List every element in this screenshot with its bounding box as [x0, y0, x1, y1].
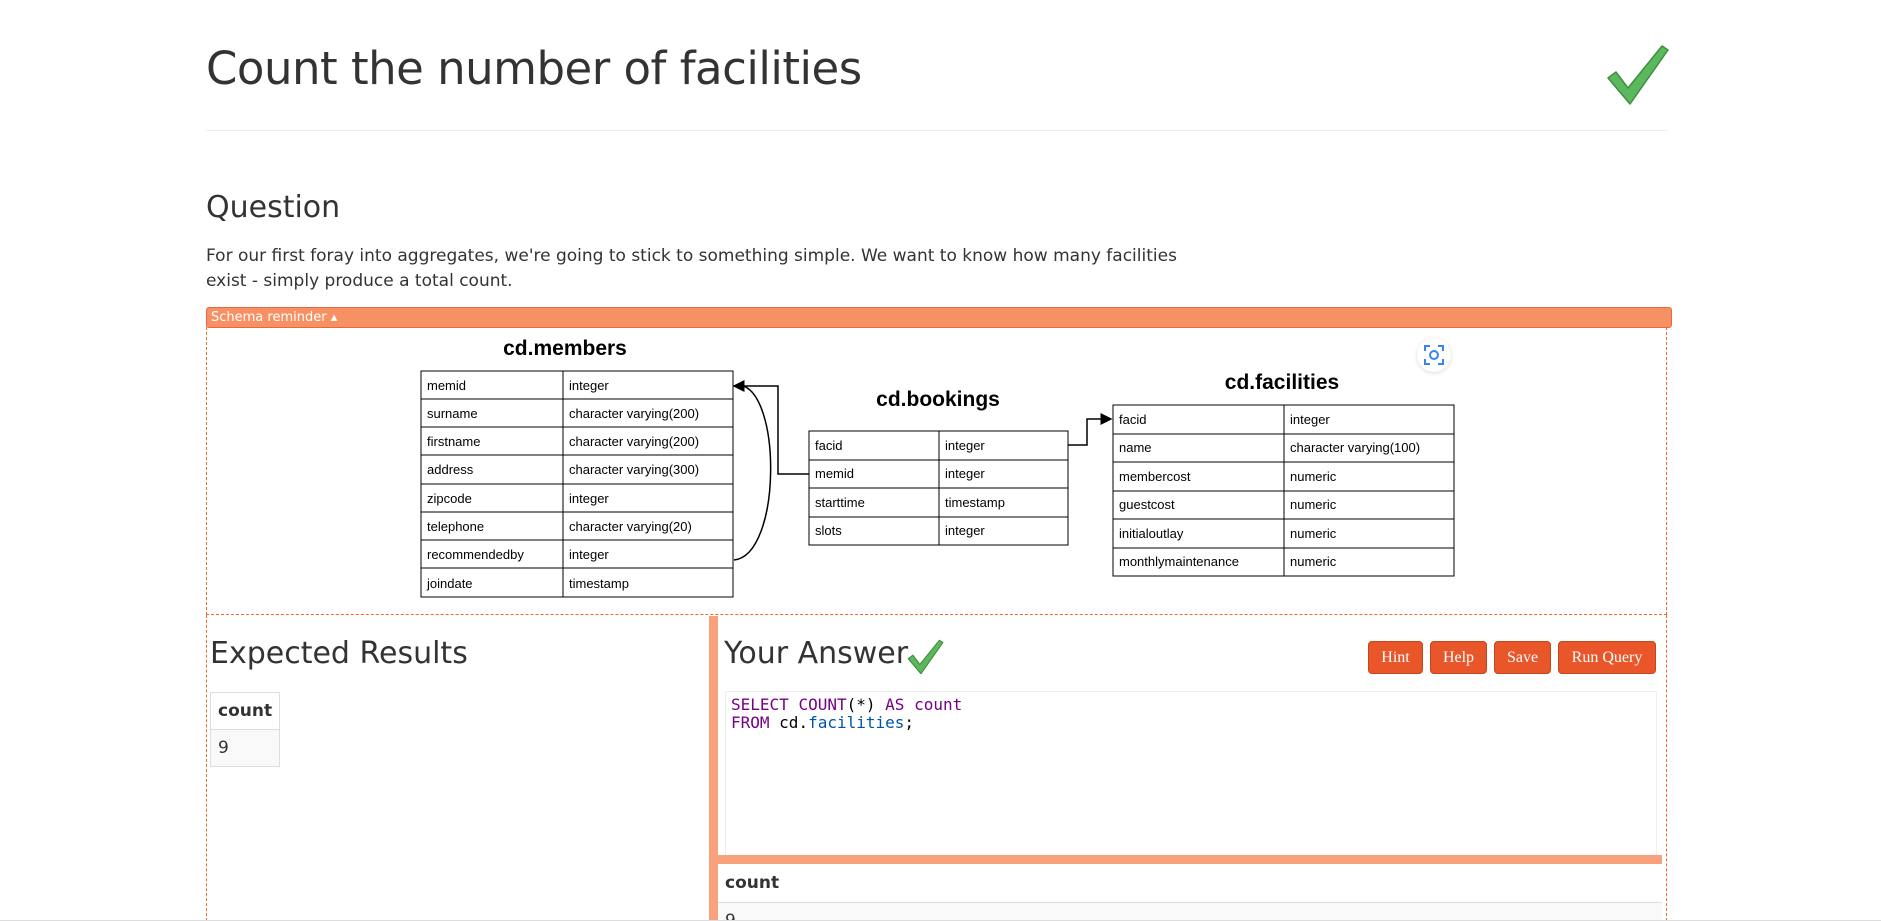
- horizontal-splitter[interactable]: [718, 855, 1662, 864]
- question-heading: Question: [206, 190, 341, 225]
- expected-results-heading: Expected Results: [210, 636, 468, 671]
- vertical-splitter[interactable]: [709, 616, 718, 921]
- schema-diagram-panel: cd.members memid integer surname charact…: [206, 327, 1667, 615]
- bookings-col-type: integer: [945, 438, 985, 453]
- sql-keyword: SELECT: [731, 695, 789, 714]
- result-cell: 9: [718, 902, 1662, 921]
- expected-cell: 9: [210, 729, 280, 767]
- bookings-memid-to-members-link: [732, 380, 809, 475]
- save-button[interactable]: Save: [1494, 641, 1551, 674]
- members-table: cd.members memid integer surname charact…: [420, 337, 734, 598]
- bookings-col-type: timestamp: [945, 495, 1005, 510]
- title-divider: [206, 130, 1668, 131]
- facilities-col-name: initialoutlay: [1119, 526, 1184, 541]
- page-title: Count the number of facilities: [206, 42, 862, 95]
- facilities-col-name: monthlymaintenance: [1119, 554, 1239, 569]
- bookings-col-name: slots: [815, 523, 842, 538]
- sql-schema: cd.: [779, 713, 809, 732]
- members-columns: memid integer surname character varying(…: [420, 370, 734, 598]
- sql-terminator: ;: [904, 713, 915, 732]
- sql-editor[interactable]: SELECT COUNT(*) AS count FROM cd.facilit…: [725, 691, 1657, 856]
- bookings-col-name: facid: [815, 438, 842, 453]
- fullscreen-icon[interactable]: [1417, 338, 1451, 372]
- answer-panel-border: [1666, 615, 1668, 921]
- members-col-type: integer: [569, 378, 609, 393]
- bookings-table: cd.bookings facid integer memid integer …: [808, 388, 1069, 546]
- success-check-icon: [1607, 45, 1669, 105]
- facilities-col-name: membercost: [1119, 469, 1191, 484]
- help-button[interactable]: Help: [1430, 641, 1487, 674]
- answer-check-icon: [907, 639, 944, 675]
- sql-keyword: AS: [885, 695, 905, 714]
- facilities-col-type: numeric: [1290, 526, 1337, 541]
- bookings-col-type: integer: [945, 523, 985, 538]
- schema-reminder-toggle[interactable]: Schema reminder ▴: [206, 307, 1672, 328]
- facilities-col-name: facid: [1119, 412, 1146, 427]
- facilities-col-name: name: [1119, 440, 1152, 455]
- facilities-col-type: numeric: [1290, 469, 1337, 484]
- members-col-name: joindate: [426, 576, 473, 591]
- hint-button[interactable]: Hint: [1368, 641, 1423, 674]
- your-answer-heading: Your Answer: [724, 636, 909, 671]
- members-col-name: memid: [427, 378, 466, 393]
- facilities-col-type: character varying(100): [1290, 440, 1420, 455]
- members-col-name: zipcode: [427, 491, 472, 506]
- result-column-header: count: [718, 864, 1662, 903]
- members-col-name: telephone: [427, 519, 484, 534]
- sql-alias: count: [914, 695, 963, 714]
- members-col-type: character varying(200): [569, 406, 699, 421]
- question-text: For our first foray into aggregates, we'…: [206, 246, 1177, 291]
- query-results: count 9: [718, 864, 1662, 921]
- members-col-type: integer: [569, 491, 609, 506]
- bookings-col-type: integer: [945, 466, 985, 481]
- members-table-name: cd.members: [503, 337, 627, 360]
- recommendedby-self-link: [733, 384, 772, 561]
- bookings-table-name: cd.bookings: [876, 388, 1000, 411]
- facilities-col-type: numeric: [1290, 497, 1337, 512]
- members-col-type: integer: [569, 547, 609, 562]
- sql-keyword: FROM: [731, 713, 770, 732]
- facilities-col-type: numeric: [1290, 554, 1337, 569]
- members-col-type: character varying(300): [569, 462, 699, 477]
- members-col-name: firstname: [427, 434, 480, 449]
- members-col-type: timestamp: [569, 576, 629, 591]
- members-col-name: recommendedby: [427, 547, 524, 562]
- bookings-col-name: memid: [815, 466, 854, 481]
- sql-function: COUNT: [798, 695, 847, 714]
- members-col-name: surname: [427, 406, 478, 421]
- query-results-table: count 9: [718, 864, 1662, 921]
- schema-diagram: cd.members memid integer surname charact…: [420, 337, 1455, 598]
- bookings-facid-to-facilities-link: [1068, 413, 1113, 446]
- expected-column-header: count: [210, 692, 280, 730]
- run-query-button[interactable]: Run Query: [1558, 641, 1656, 674]
- expected-results-table: count 9: [210, 692, 281, 767]
- sql-args: (*): [846, 695, 876, 714]
- bookings-col-name: starttime: [815, 495, 865, 510]
- facilities-col-type: integer: [1290, 412, 1330, 427]
- facilities-table: cd.facilities facid integer name charact…: [1112, 371, 1455, 577]
- members-col-type: character varying(20): [569, 519, 692, 534]
- members-col-name: address: [427, 462, 474, 477]
- sql-table: facilities: [808, 713, 905, 732]
- facilities-table-name: cd.facilities: [1225, 371, 1339, 394]
- members-col-type: character varying(200): [569, 434, 699, 449]
- facilities-col-name: guestcost: [1119, 497, 1175, 512]
